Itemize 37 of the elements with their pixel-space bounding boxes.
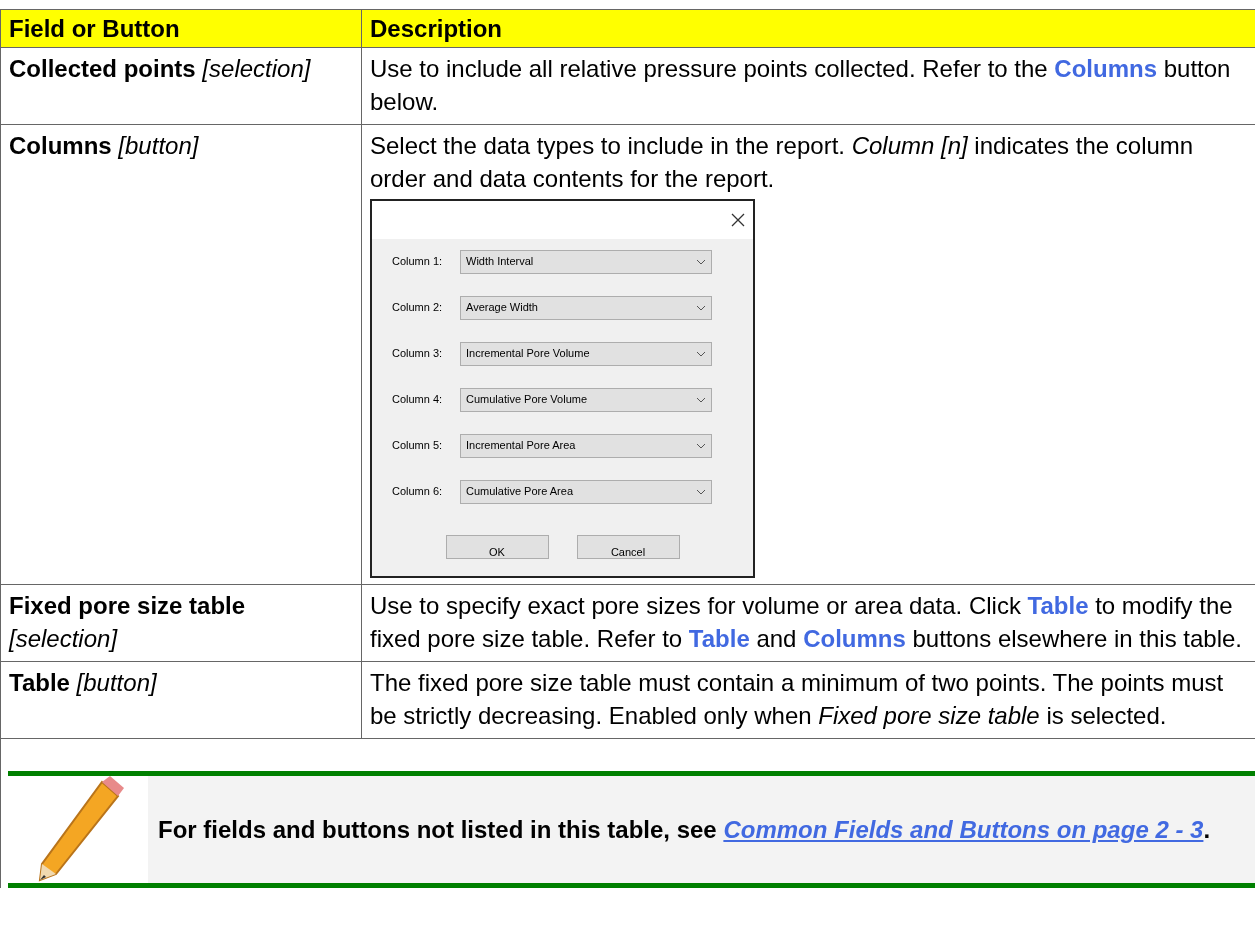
dropdown[interactable]: Width Interval	[460, 249, 712, 274]
chevron-icon	[696, 396, 706, 403]
link[interactable]: Columns	[803, 625, 906, 652]
field-label: Column 5:	[392, 438, 444, 453]
dropdown[interactable]: Incremental Pore Volume	[460, 341, 712, 366]
column-header: Description	[361, 10, 1255, 47]
field-name: Columns [button]	[9, 131, 199, 161]
cross-reference-link[interactable]: Common Fields and Buttons on page 2 - 3	[723, 816, 1204, 843]
field-name: Collected points [selection]	[9, 54, 311, 84]
description-text: Use to include all relative pressure points collected. Refer to the Columns button below.	[370, 54, 1232, 117]
dropdown[interactable]: Incremental Pore Area	[460, 433, 712, 458]
link[interactable]: Columns	[1054, 55, 1158, 82]
link[interactable]: Table	[1027, 592, 1089, 619]
description-text: Select the data types to include in the report. Column [n] indicates the column order and data contents for the report.	[370, 131, 1195, 194]
close-icon[interactable]	[731, 213, 745, 227]
chevron-icon	[696, 258, 706, 265]
chevron-icon	[696, 304, 706, 311]
chevron-icon	[696, 350, 706, 357]
field-label: Column 6:	[392, 484, 444, 499]
field-label: Column 1:	[392, 254, 444, 269]
field-label: Column 3:	[392, 346, 444, 361]
link[interactable]: Table	[688, 625, 750, 652]
field-label: Column 2:	[392, 300, 444, 315]
note-text: For fields and buttons not listed in this table, see Common Fields and Buttons on page 2 - 3.	[158, 815, 1211, 845]
column-header: Field or Button	[8, 14, 181, 44]
dropdown[interactable]: Cumulative Pore Area	[460, 479, 712, 504]
dialog-button[interactable]: OK	[445, 535, 549, 559]
description-text: Use to specify exact pore sizes for volume or area data. Click Table to modify the fixed pore size table. Refer to Table and Columns buttons elsewhere in this table.	[370, 591, 1243, 654]
field-name: Fixed pore size table [selection]	[9, 591, 247, 654]
dialog-button[interactable]: Cancel	[576, 535, 680, 559]
dropdown[interactable]: Cumulative Pore Volume	[460, 387, 712, 412]
dropdown[interactable]: Average Width	[460, 295, 712, 320]
chevron-icon	[696, 442, 706, 449]
description-text: The fixed pore size table must contain a minimum of two points. The points must be strictly decreasing. Enabled only when Fixed pore size table is selected.	[370, 668, 1225, 731]
chevron-icon	[696, 488, 706, 495]
field-label: Column 4:	[392, 392, 444, 407]
field-name: Table [button]	[9, 668, 157, 698]
